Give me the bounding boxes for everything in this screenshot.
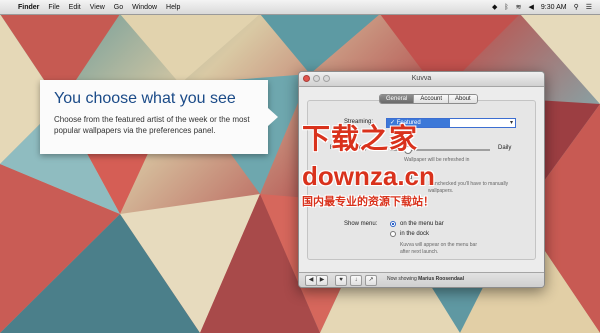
menu-go[interactable]: Go	[114, 4, 123, 11]
callout-body: Choose from the featured artist of the w…	[54, 115, 250, 135]
window-controls	[303, 75, 330, 82]
now-showing-artist[interactable]: Marius Roosendaal	[418, 276, 464, 282]
tab-about[interactable]: About	[449, 95, 477, 103]
preferences-tabs: General Account About	[379, 94, 478, 104]
menu-window[interactable]: Window	[132, 4, 157, 11]
menu-edit[interactable]: Edit	[69, 4, 81, 11]
window-title: Kuvva	[411, 75, 432, 82]
next-icon[interactable]: ▶	[316, 275, 328, 286]
tab-account[interactable]: Account	[414, 95, 450, 103]
window-bottom-bar: ◀ ▶ ♥ ↓ ↗ ✎ Now showing Marius Roosendaa…	[299, 272, 544, 287]
minimize-button[interactable]	[313, 75, 320, 82]
spotlight-icon[interactable]: ⚲	[574, 3, 579, 11]
list-icon[interactable]: ☰	[586, 3, 592, 11]
watermark-line3: 国内最专业的资源下载站！	[302, 196, 434, 208]
zoom-button[interactable]	[323, 75, 330, 82]
window-titlebar[interactable]: Kuvva	[299, 72, 544, 87]
radio-dock-label[interactable]: in the dock	[400, 231, 429, 237]
radio-menu-bar[interactable]	[390, 221, 396, 227]
heart-icon[interactable]: ♥	[335, 275, 347, 286]
menu-clock[interactable]: 9:30 AM	[541, 4, 567, 11]
menu-bar: Finder File Edit View Go Window Help ◆ ᛒ…	[0, 0, 600, 15]
wifi-icon[interactable]: ≋	[516, 3, 522, 11]
menu-help[interactable]: Help	[166, 4, 180, 11]
show-menu-note-line2: after next launch.	[400, 249, 439, 255]
menu-finder[interactable]: Finder	[18, 4, 39, 11]
share-icon[interactable]: ↗	[365, 275, 377, 286]
radio-dock[interactable]	[390, 231, 396, 237]
radio-menu-bar-label[interactable]: on the menu bar	[400, 221, 444, 227]
status-area: ◆ ᛒ ≋ ◀ 9:30 AM ⚲ ☰	[492, 0, 592, 14]
tab-general[interactable]: General	[380, 95, 415, 103]
menu-file[interactable]: File	[48, 4, 59, 11]
volume-icon[interactable]: ◀	[529, 3, 534, 11]
info-callout: You choose what you see Choose from the …	[40, 80, 278, 154]
shuffle-note-line1: If unchecked you'll have to manually	[428, 181, 509, 187]
refresh-daily-label: Daily	[498, 145, 512, 151]
watermark-line2: downza.cn	[302, 161, 435, 191]
show-menu-note-line1: Kuvva will appear on the menu bar	[400, 242, 477, 248]
chevron-down-icon: ▾	[509, 120, 513, 126]
close-button[interactable]	[303, 75, 310, 82]
dropbox-icon[interactable]: ◆	[492, 3, 497, 11]
now-showing-prefix: Now showing	[387, 276, 417, 282]
show-menu-label: Show menu:	[344, 221, 378, 227]
callout-title: You choose what you see	[54, 90, 236, 107]
menu-view[interactable]: View	[90, 4, 105, 11]
watermark-line1: 下载之家	[302, 123, 419, 154]
now-showing: Now showing Marius Roosendaal	[387, 276, 464, 282]
download-icon[interactable]: ↓	[350, 275, 362, 286]
bluetooth-icon[interactable]: ᛒ	[504, 4, 508, 11]
